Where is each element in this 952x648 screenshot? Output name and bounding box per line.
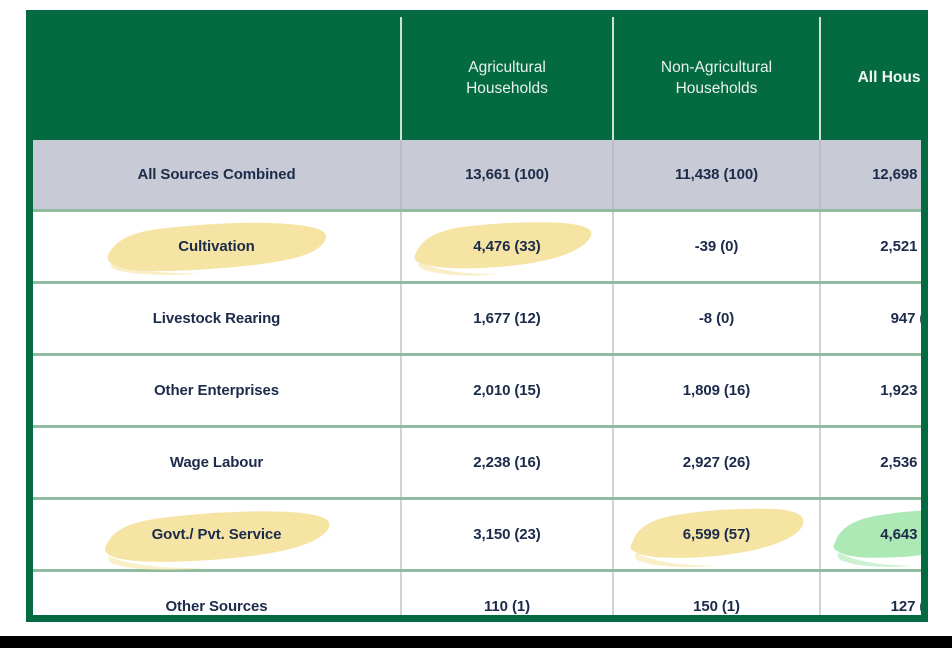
table-row: Other Enterprises 2,010 (15) 1,809 (16) …: [33, 353, 921, 427]
header-row: Agricultural Households Non-Agricultural…: [33, 17, 921, 140]
cell-non-agricultural: 6,599 (57): [612, 497, 820, 571]
header-line-2: Households: [466, 79, 548, 97]
table-body: All Sources Combined 13,661 (100) 11,438…: [33, 140, 921, 615]
cell-all-households: 2,536 (20): [819, 425, 921, 499]
cell-agricultural: 4,476 (33): [400, 209, 613, 283]
table-header: Agricultural Households Non-Agricultural…: [33, 17, 921, 140]
table-row: Other Sources 110 (1) 150 (1) 127 (1): [33, 569, 921, 615]
cell-non-agricultural: -39 (0): [612, 209, 820, 283]
table-row: Govt./ Pvt. Service 3,150 (23) 6,599 (57…: [33, 497, 921, 571]
header-cell-agricultural-households: Agricultural Households: [400, 17, 613, 140]
header-line-1: Non-Agricultural: [660, 59, 773, 77]
row-label-other-enterprises: Other Enterprises: [33, 353, 401, 427]
cell-agricultural: 13,661 (100): [400, 140, 613, 211]
row-label-wage-labour: Wage Labour: [33, 425, 401, 499]
cell-all-households: 947 (7): [819, 281, 921, 355]
cell-non-agricultural: 150 (1): [612, 569, 820, 615]
header-cell-all-households: All Households: [819, 17, 921, 140]
income-sources-table-frame: Agricultural Households Non-Agricultural…: [26, 10, 928, 622]
cell-all-households: 2,521 (20): [819, 209, 921, 283]
cell-non-agricultural: 11,438 (100): [612, 140, 820, 211]
table-inner: Agricultural Households Non-Agricultural…: [33, 17, 921, 615]
cell-non-agricultural: -8 (0): [612, 281, 820, 355]
cell-all-households: 1,923 (15): [819, 353, 921, 427]
table-row: All Sources Combined 13,661 (100) 11,438…: [33, 140, 921, 211]
cell-agricultural: 1,677 (12): [400, 281, 613, 355]
header-line-1: Agricultural: [468, 59, 546, 77]
cell-agricultural: 110 (1): [400, 569, 613, 615]
row-label-livestock-rearing: Livestock Rearing: [33, 281, 401, 355]
row-label-govt-pvt-service: Govt./ Pvt. Service: [33, 497, 401, 571]
header-line-2: Households: [675, 79, 758, 97]
row-label-all-sources-combined: All Sources Combined: [33, 140, 401, 211]
header-cell-non-agricultural-households: Non-Agricultural Households: [612, 17, 820, 140]
bottom-black-bar: [0, 636, 952, 648]
cell-non-agricultural: 2,927 (26): [612, 425, 820, 499]
cell-all-households: 4,643 (37): [819, 497, 921, 571]
cell-all-households: 12,698 (100): [819, 140, 921, 211]
table-row: Cultivation 4,476 (33) -39 (0) 2,521: [33, 209, 921, 283]
cell-all-households: 127 (1): [819, 569, 921, 615]
table-row: Wage Labour 2,238 (16) 2,927 (26) 2,536 …: [33, 425, 921, 499]
cell-agricultural: 2,010 (15): [400, 353, 613, 427]
cell-agricultural: 3,150 (23): [400, 497, 613, 571]
header-cell-source: [33, 17, 401, 140]
cell-agricultural: 2,238 (16): [400, 425, 613, 499]
household-income-sources-table: Agricultural Households Non-Agricultural…: [33, 17, 921, 615]
table-row: Livestock Rearing 1,677 (12) -8 (0) 947 …: [33, 281, 921, 355]
cell-non-agricultural: 1,809 (16): [612, 353, 820, 427]
row-label-other-sources: Other Sources: [33, 569, 401, 615]
row-label-cultivation: Cultivation: [33, 209, 401, 283]
